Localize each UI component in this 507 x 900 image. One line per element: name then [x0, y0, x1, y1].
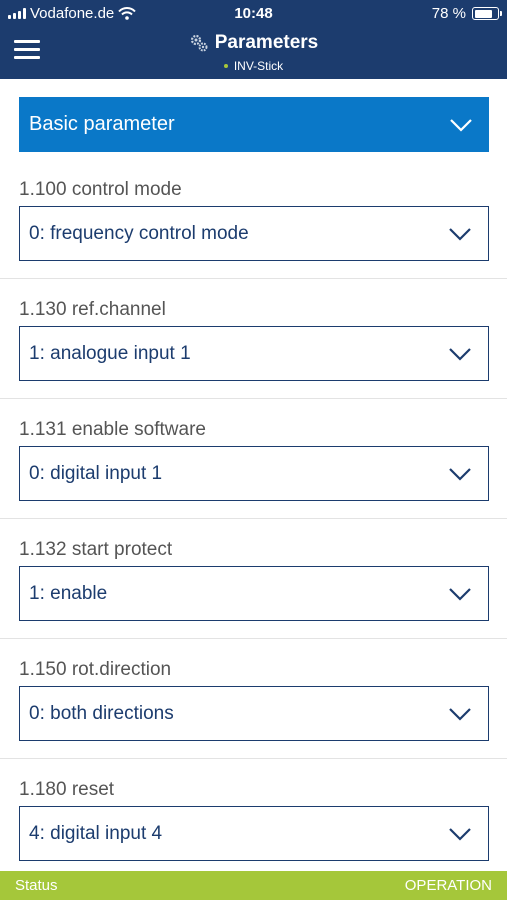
divider	[0, 518, 507, 519]
parameter-value: 1: enable	[29, 582, 108, 604]
battery-icon	[472, 7, 502, 20]
parameter-item: 1.180 reset 4: digital input 4	[0, 779, 507, 871]
battery-percent: 78 %	[431, 5, 466, 22]
status-footer[interactable]: Status OPERATION	[0, 871, 507, 900]
parameter-label: 1.130 ref.channel	[19, 299, 166, 320]
divider	[0, 278, 507, 279]
chevron-down-icon	[450, 118, 472, 132]
chevron-down-icon	[449, 707, 471, 721]
page-title: Parameters	[214, 32, 319, 53]
parameter-item: 1.150 rot.direction 0: both directions	[0, 659, 507, 779]
gears-icon	[190, 34, 208, 52]
battery-fill	[474, 9, 492, 18]
divider	[0, 758, 507, 759]
parameter-item: 1.130 ref.channel 1: analogue input 1	[0, 299, 507, 419]
parameter-label: 1.100 control mode	[19, 179, 182, 200]
chevron-down-icon	[449, 467, 471, 481]
device-name: INV-Stick	[233, 59, 284, 73]
parameter-value-select[interactable]: 0: both directions	[19, 686, 489, 741]
app-header: Vodafone.de 10:48 78 % Parameters INV-St…	[0, 0, 507, 79]
parameter-label: 1.131 enable software	[19, 419, 206, 440]
parameter-label: 1.180 reset	[19, 779, 115, 800]
parameter-value-select[interactable]: 0: frequency control mode	[19, 206, 489, 261]
parameter-list[interactable]: Basic parameter 1.100 control mode 0: fr…	[0, 79, 507, 871]
parameter-value-select[interactable]: 1: analogue input 1	[19, 326, 489, 381]
parameter-value-select[interactable]: 1: enable	[19, 566, 489, 621]
parameter-item: 1.132 start protect 1: enable	[0, 539, 507, 659]
chevron-down-icon	[449, 347, 471, 361]
parameter-value: 0: both directions	[29, 702, 174, 724]
footer-status-label: Status	[15, 877, 58, 894]
footer-operation-state: OPERATION	[404, 877, 492, 894]
chevron-down-icon	[449, 587, 471, 601]
parameter-value: 1: analogue input 1	[29, 342, 191, 364]
header-title-block: Parameters INV-Stick	[0, 32, 507, 73]
divider	[0, 398, 507, 399]
parameter-value: 0: frequency control mode	[29, 222, 249, 244]
chevron-down-icon	[449, 227, 471, 241]
parameter-value-select[interactable]: 4: digital input 4	[19, 806, 489, 861]
parameter-value-select[interactable]: 0: digital input 1	[19, 446, 489, 501]
chevron-down-icon	[449, 827, 471, 841]
parameter-group-select[interactable]: Basic parameter	[19, 97, 489, 152]
parameter-label: 1.132 start protect	[19, 539, 173, 560]
parameter-group-value: Basic parameter	[29, 113, 175, 135]
parameter-label: 1.150 rot.direction	[19, 659, 172, 680]
divider	[0, 638, 507, 639]
parameter-item: 1.131 enable software 0: digital input 1	[0, 419, 507, 539]
parameter-item: 1.100 control mode 0: frequency control …	[0, 179, 507, 299]
battery-area: 78 %	[431, 5, 502, 22]
parameter-value: 0: digital input 1	[29, 462, 163, 484]
status-bar: Vodafone.de 10:48 78 %	[0, 0, 507, 28]
connection-status-dot	[223, 64, 228, 68]
parameter-value: 4: digital input 4	[29, 822, 163, 844]
